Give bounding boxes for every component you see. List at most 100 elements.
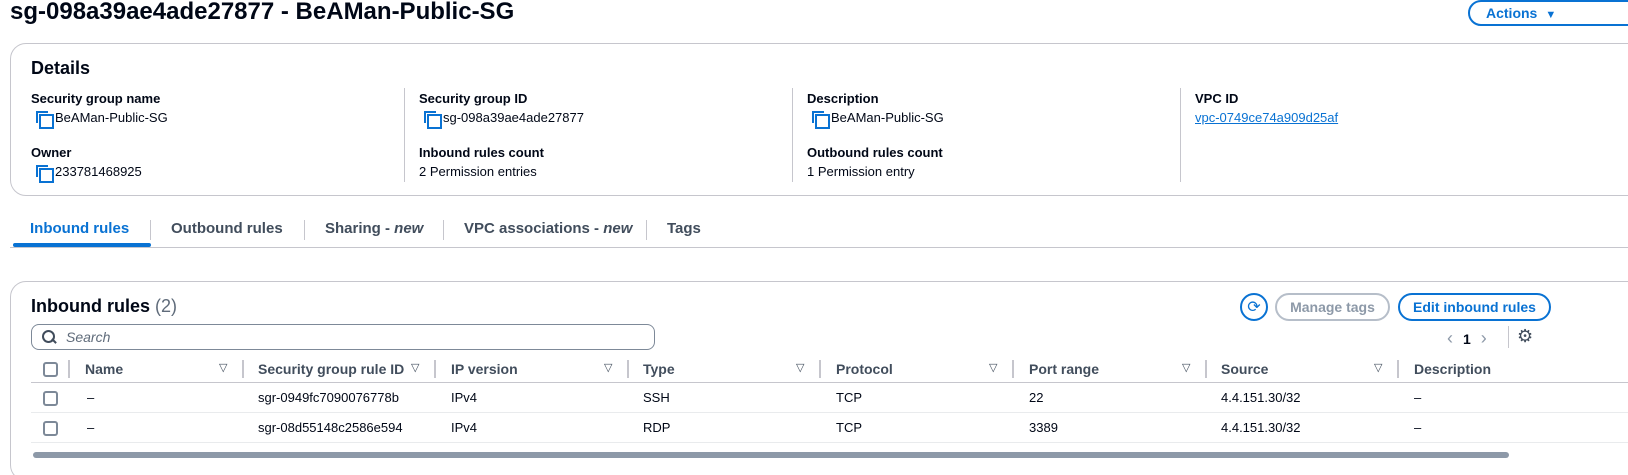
- copy-icon[interactable]: [35, 110, 54, 129]
- cell-rule-id: sgr-08d55148c2586e594: [258, 420, 403, 435]
- cell-source: 4.4.151.30/32: [1221, 390, 1301, 405]
- cell-description: –: [1414, 420, 1422, 435]
- tab-divider: [646, 220, 647, 240]
- search-icon: [42, 330, 56, 344]
- column-divider: [404, 88, 405, 182]
- cell-name: –: [87, 420, 95, 435]
- select-all-checkbox[interactable]: [43, 362, 58, 377]
- cell-type: RDP: [643, 420, 671, 435]
- copy-icon[interactable]: [811, 110, 830, 129]
- tab-vpc-associations-label: VPC associations -: [464, 220, 604, 237]
- cell-description: –: [1414, 390, 1422, 405]
- cell-port-range: 22: [1029, 390, 1044, 405]
- tab-outbound-rules[interactable]: Outbound rules: [171, 220, 283, 237]
- table-row[interactable]: – sgr-0949fc7090076778b IPv4 SSH TCP 22 …: [31, 383, 1628, 413]
- search-field[interactable]: [31, 324, 655, 350]
- column-header-description[interactable]: Description: [1414, 361, 1491, 377]
- description-label: Description: [807, 91, 879, 106]
- inbound-rules-title: Inbound rules: [31, 296, 150, 316]
- cell-source: 4.4.151.30/32: [1221, 420, 1301, 435]
- tab-sharing-label: Sharing -: [325, 220, 395, 237]
- table-row[interactable]: – sgr-08d55148c2586e594 IPv4 RDP TCP 338…: [31, 413, 1628, 443]
- new-badge: new: [603, 220, 633, 237]
- cell-rule-id: sgr-0949fc7090076778b: [258, 390, 399, 405]
- gear-icon[interactable]: ⚙: [1517, 326, 1533, 347]
- caret-down-icon: ▼: [1545, 9, 1557, 21]
- tab-tags[interactable]: Tags: [667, 220, 701, 237]
- pagination: ‹ 1 ›: [1437, 328, 1497, 349]
- cell-name: –: [87, 390, 95, 405]
- sort-icon[interactable]: ▽: [1374, 361, 1382, 374]
- owner-value: 233781468925: [55, 164, 142, 179]
- inbound-rules-count: (2): [155, 296, 178, 316]
- vpc-id-field: VPC ID vpc-0749ce74a909d25af: [1195, 90, 1338, 127]
- details-heading: Details: [31, 58, 91, 78]
- sort-icon[interactable]: ▽: [989, 361, 997, 374]
- column-header-type[interactable]: Type: [643, 361, 675, 377]
- copy-icon[interactable]: [423, 110, 442, 129]
- tab-sharing[interactable]: Sharing - new: [325, 220, 423, 237]
- cell-protocol: TCP: [836, 420, 862, 435]
- tab-bar: Inbound rules Outbound rules Sharing - n…: [10, 210, 1628, 248]
- column-header-port-range[interactable]: Port range: [1029, 361, 1099, 377]
- copy-icon[interactable]: [35, 164, 54, 183]
- page-number[interactable]: 1: [1463, 331, 1471, 347]
- page-header: sg-098a39ae4ade27877 - BeAMan-Public-SG …: [0, 0, 1628, 30]
- owner-label: Owner: [31, 145, 72, 160]
- details-panel: Details Security group name BeAMan-Publi…: [10, 43, 1628, 196]
- inbound-rules-table: Name ▽ Security group rule ID ▽ IP versi…: [31, 357, 1628, 443]
- outbound-rules-count-field: Outbound rules count 1 Permission entry: [807, 144, 943, 181]
- vpc-id-label: VPC ID: [1195, 91, 1239, 106]
- security-group-name-label: Security group name: [31, 91, 161, 106]
- manage-tags-button[interactable]: Manage tags: [1275, 293, 1390, 321]
- owner-field: Owner 233781468925: [31, 144, 142, 183]
- column-header-ip-version[interactable]: IP version: [451, 361, 518, 377]
- horizontal-scrollbar[interactable]: [33, 452, 1509, 458]
- refresh-button[interactable]: ⟳: [1240, 293, 1268, 321]
- cell-ip-version: IPv4: [451, 390, 478, 405]
- column-header-rule-id[interactable]: Security group rule ID: [258, 361, 404, 377]
- column-divider: [1180, 88, 1181, 182]
- column-header-protocol[interactable]: Protocol: [836, 361, 893, 377]
- outbound-rules-count-label: Outbound rules count: [807, 145, 943, 160]
- security-group-id-value: sg-098a39ae4ade27877: [443, 110, 584, 125]
- outbound-rules-count-value: 1 Permission entry: [807, 164, 915, 179]
- description-field: Description BeAMan-Public-SG: [807, 90, 944, 129]
- inbound-rules-count-field: Inbound rules count 2 Permission entries: [419, 144, 544, 181]
- column-divider: [1397, 360, 1399, 378]
- chevron-right-icon[interactable]: ›: [1471, 328, 1497, 349]
- tab-divider: [304, 220, 305, 240]
- tab-vpc-associations[interactable]: VPC associations - new: [464, 220, 632, 237]
- column-header-source[interactable]: Source: [1221, 361, 1268, 377]
- cell-type: SSH: [643, 390, 670, 405]
- search-input[interactable]: [66, 329, 626, 345]
- edit-inbound-rules-button[interactable]: Edit inbound rules: [1398, 293, 1551, 321]
- inbound-rules-count-label: Inbound rules count: [419, 145, 544, 160]
- tab-inbound-rules[interactable]: Inbound rules: [30, 220, 129, 237]
- sort-icon[interactable]: ▽: [411, 361, 419, 374]
- cell-port-range: 3389: [1029, 420, 1058, 435]
- row-checkbox[interactable]: [43, 391, 58, 406]
- refresh-icon: ⟳: [1247, 299, 1261, 316]
- actions-button[interactable]: Actions ▼: [1468, 0, 1628, 26]
- divider: [1508, 326, 1509, 348]
- security-group-name-field: Security group name BeAMan-Public-SG: [31, 90, 168, 129]
- sort-icon[interactable]: ▽: [604, 361, 612, 374]
- new-badge: new: [394, 220, 424, 237]
- inbound-rules-count-value: 2 Permission entries: [419, 164, 537, 179]
- vpc-id-link[interactable]: vpc-0749ce74a909d25af: [1195, 109, 1338, 127]
- sort-icon[interactable]: ▽: [219, 361, 227, 374]
- column-divider: [819, 360, 821, 378]
- column-header-name[interactable]: Name: [85, 361, 123, 377]
- table-header: Name ▽ Security group rule ID ▽ IP versi…: [31, 357, 1628, 383]
- sort-icon[interactable]: ▽: [1182, 361, 1190, 374]
- chevron-left-icon[interactable]: ‹: [1437, 328, 1463, 349]
- inbound-rules-heading: Inbound rules (2): [31, 296, 177, 317]
- active-tab-indicator: [13, 243, 151, 247]
- cell-ip-version: IPv4: [451, 420, 478, 435]
- cell-protocol: TCP: [836, 390, 862, 405]
- sort-icon[interactable]: ▽: [796, 361, 804, 374]
- security-group-id-label: Security group ID: [419, 91, 528, 106]
- row-checkbox[interactable]: [43, 421, 58, 436]
- column-divider: [242, 360, 244, 378]
